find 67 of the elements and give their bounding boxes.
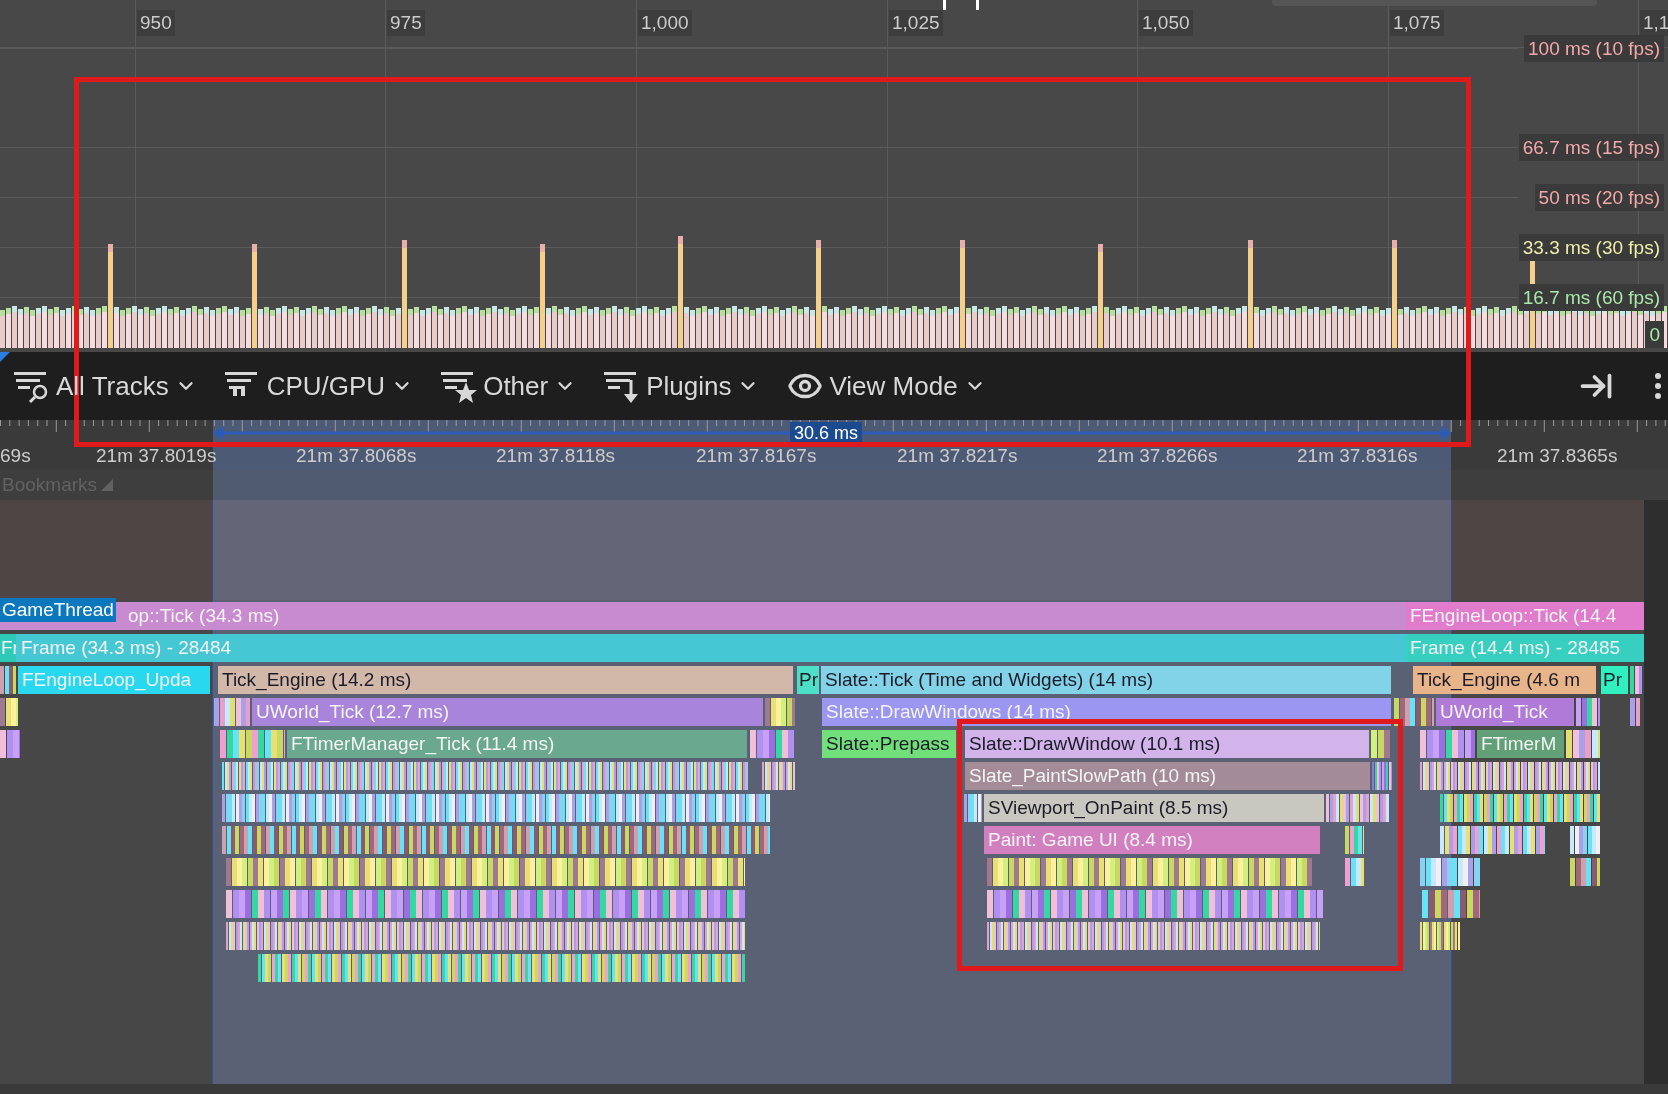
- timing-event[interactable]: Slate::DrawWindow (10.1 ms): [965, 730, 1369, 758]
- time-label: 21m 37.8068s: [296, 444, 417, 468]
- threshold-label: 0: [1645, 321, 1664, 348]
- event-slivers-drawing: [220, 730, 285, 758]
- range-marker: [976, 0, 979, 10]
- axis-label: 950: [137, 10, 175, 36]
- axis-label: 1,000: [638, 10, 692, 36]
- axis-label: 1,050: [1139, 10, 1193, 36]
- event-slivers-drawing: [1326, 794, 1390, 822]
- timing-event[interactable]: Slate::Prepass: [822, 730, 956, 758]
- toolbar-menu-button[interactable]: Plugins: [604, 362, 760, 410]
- event-slivers-drawing: [1371, 730, 1390, 758]
- time-label: 21m 37.8118s: [496, 444, 615, 468]
- time-label: 21m 37.8266s: [1097, 444, 1218, 468]
- threshold-label: 33.3 ms (30 fps): [1518, 234, 1664, 261]
- event-slivers-drawing: [750, 730, 795, 758]
- event-slivers-drawing: [1345, 858, 1364, 886]
- more-options-button[interactable]: [1654, 372, 1662, 400]
- event-slivers-drawing: [1372, 762, 1392, 790]
- axis-label: 1,075: [1390, 10, 1444, 36]
- kebab-icon: [1654, 372, 1662, 400]
- threshold-label: 50 ms (20 fps): [1534, 184, 1664, 211]
- corner-marker-icon: [0, 352, 10, 362]
- axis-label: 975: [387, 10, 425, 36]
- event-slivers-drawing: [1420, 858, 1480, 886]
- event-slivers-drawing: [0, 698, 18, 726]
- event-slivers-drawing: [1566, 730, 1600, 758]
- threshold-label: 16.7 ms (60 fps): [1518, 284, 1664, 311]
- event-slivers-drawing: [762, 762, 795, 790]
- time-label: 21m 37.8217s: [897, 444, 1018, 468]
- time-label: 21m 37.8365s: [1497, 444, 1618, 468]
- timing-event[interactable]: SViewport_OnPaint (8.5 ms): [984, 794, 1324, 822]
- timing-event[interactable]: Slate::Tick (Time and Widgets) (14 ms): [821, 666, 1391, 694]
- time-label: 21m 37.8019s: [96, 444, 217, 468]
- event-slivers-drawing: [1394, 698, 1434, 726]
- toolbar-menu-button[interactable]: Other: [441, 362, 577, 410]
- event-slivers-drawing: [0, 666, 16, 694]
- range-duration-label: 30.6 ms: [790, 422, 863, 444]
- event-slivers-drawing: [964, 794, 982, 822]
- timing-event[interactable]: Pr: [1601, 666, 1628, 694]
- event-slivers-drawing: [1630, 666, 1642, 694]
- event-slivers-drawing: [1422, 890, 1480, 918]
- threshold-label: 66.7 ms (15 fps): [1518, 134, 1664, 161]
- event-slivers-drawing: [214, 698, 250, 726]
- time-label: 69s: [0, 444, 31, 468]
- timing-event[interactable]: Tick_Engine (14.2 ms): [218, 666, 793, 694]
- time-label: 21m 37.8167s: [696, 444, 817, 468]
- time-label: 21m 37.8316s: [1297, 444, 1418, 468]
- event-slivers-drawing: [1420, 922, 1460, 950]
- axis-label: 1,1: [1640, 10, 1668, 36]
- event-slivers-drawing: [1570, 858, 1600, 886]
- event-slivers-drawing: [1630, 698, 1640, 726]
- triangle-icon: [101, 479, 114, 491]
- threshold-label: 100 ms (10 fps): [1524, 35, 1664, 62]
- event-slivers-drawing: [0, 730, 20, 758]
- axis-label: 1,025: [889, 10, 943, 36]
- toolbar-menu-button[interactable]: CPU/GPU: [224, 362, 414, 410]
- toolbar-menu-button[interactable]: View Mode: [787, 362, 986, 410]
- timing-event[interactable]: Pr: [797, 666, 819, 694]
- thread-name-label: GameThread: [0, 598, 116, 622]
- event-slivers-drawing: [1345, 826, 1364, 854]
- event-slivers-drawing: [765, 698, 795, 726]
- event-slivers-drawing: [1570, 826, 1600, 854]
- event-slivers-drawing: [1576, 698, 1600, 726]
- event-slivers-drawing: [1420, 730, 1475, 758]
- timing-event[interactable]: Tick_Engine (4.6 m: [1413, 666, 1596, 694]
- range-marker: [943, 0, 946, 10]
